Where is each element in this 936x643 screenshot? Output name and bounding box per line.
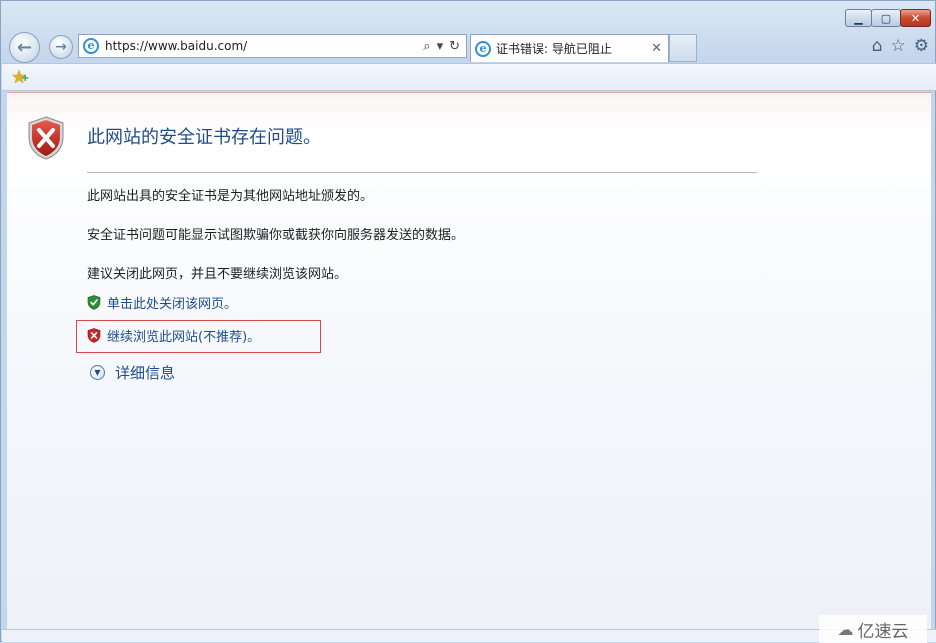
close-page-link[interactable]: 单击此处关闭该网页。 — [107, 293, 237, 312]
red-shield-icon — [87, 328, 101, 343]
risk-description-text: 安全证书问题可能显示试图欺骗你或截获你向服务器发送的数据。 — [87, 228, 465, 243]
favorites-bar: ★ + — [2, 63, 936, 91]
continue-to-website-link[interactable]: 继续浏览此网站(不推荐)。 — [107, 326, 260, 345]
status-bar — [2, 629, 936, 642]
home-icon[interactable]: ⌂ — [872, 36, 883, 56]
back-button[interactable]: ← — [9, 32, 40, 63]
minimize-icon: ▁ — [854, 11, 863, 25]
window-controls: ▁ ▢ ✕ — [845, 9, 931, 27]
tab-title: 证书错误: 导航已阻止 — [496, 42, 612, 56]
close-window-button[interactable]: ✕ — [900, 9, 931, 27]
forward-button[interactable]: → — [49, 35, 73, 59]
ie-logo-icon: e — [83, 38, 99, 54]
more-information-toggle[interactable]: ▼ 详细信息 — [90, 362, 175, 383]
tab-close-icon[interactable]: ✕ — [651, 41, 662, 56]
refresh-icon[interactable]: ↻ — [449, 39, 460, 54]
forward-arrow-icon: → — [55, 39, 67, 55]
back-arrow-icon: ← — [16, 37, 33, 58]
page-title: 此网站的安全证书存在问题。 — [87, 127, 321, 148]
address-tools: ⌕ ▾ ↻ — [423, 39, 460, 54]
watermark-text: 亿速云 — [857, 621, 909, 642]
add-plus-icon: + — [21, 73, 30, 84]
favorites-star-icon[interactable]: ☆ — [891, 36, 906, 56]
chevron-down-icon[interactable]: ▾ — [437, 39, 444, 54]
continue-option[interactable]: 继续浏览此网站(不推荐)。 — [87, 326, 260, 345]
expand-chevron-icon: ▼ — [90, 365, 105, 380]
close-icon: ✕ — [910, 11, 921, 25]
error-shield-icon — [28, 116, 64, 160]
tab-ie-logo-icon: e — [475, 40, 491, 57]
green-shield-icon — [87, 295, 101, 310]
error-reason-text: 此网站出具的安全证书是为其他网站地址颁发的。 — [87, 189, 374, 204]
address-bar[interactable]: e https://www.baidu.com/ ⌕ ▾ ↻ — [78, 34, 467, 58]
close-page-option[interactable]: 单击此处关闭该网页。 — [87, 293, 237, 312]
search-icon[interactable]: ⌕ — [423, 39, 430, 54]
more-information-link[interactable]: 详细信息 — [115, 362, 175, 383]
maximize-icon: ▢ — [880, 11, 892, 25]
watermark: ☁ 亿速云 — [819, 615, 927, 643]
toolbar-right: ⌂ ☆ ⚙ — [872, 36, 929, 56]
new-tab-button[interactable] — [669, 34, 697, 62]
tab-certificate-error[interactable]: e 证书错误: 导航已阻止 ✕ — [470, 34, 669, 62]
maximize-button[interactable]: ▢ — [871, 9, 901, 27]
divider — [87, 172, 757, 173]
gear-icon[interactable]: ⚙ — [914, 36, 929, 56]
browser-window: ▁ ▢ ✕ ← → e https://www.baidu.com/ ⌕ ▾ ↻… — [0, 0, 936, 643]
error-page: 此网站的安全证书存在问题。 此网站出具的安全证书是为其他网站地址颁发的。 安全证… — [7, 92, 931, 629]
minimize-button[interactable]: ▁ — [845, 9, 872, 27]
navigation-bar: ← → e https://www.baidu.com/ ⌕ ▾ ↻ e 证书错… — [1, 31, 936, 63]
cloud-icon: ☁ — [837, 619, 854, 639]
recommendation-text: 建议关闭此网页，并且不要继续浏览该网站。 — [87, 267, 348, 282]
address-url[interactable]: https://www.baidu.com/ — [105, 39, 423, 53]
